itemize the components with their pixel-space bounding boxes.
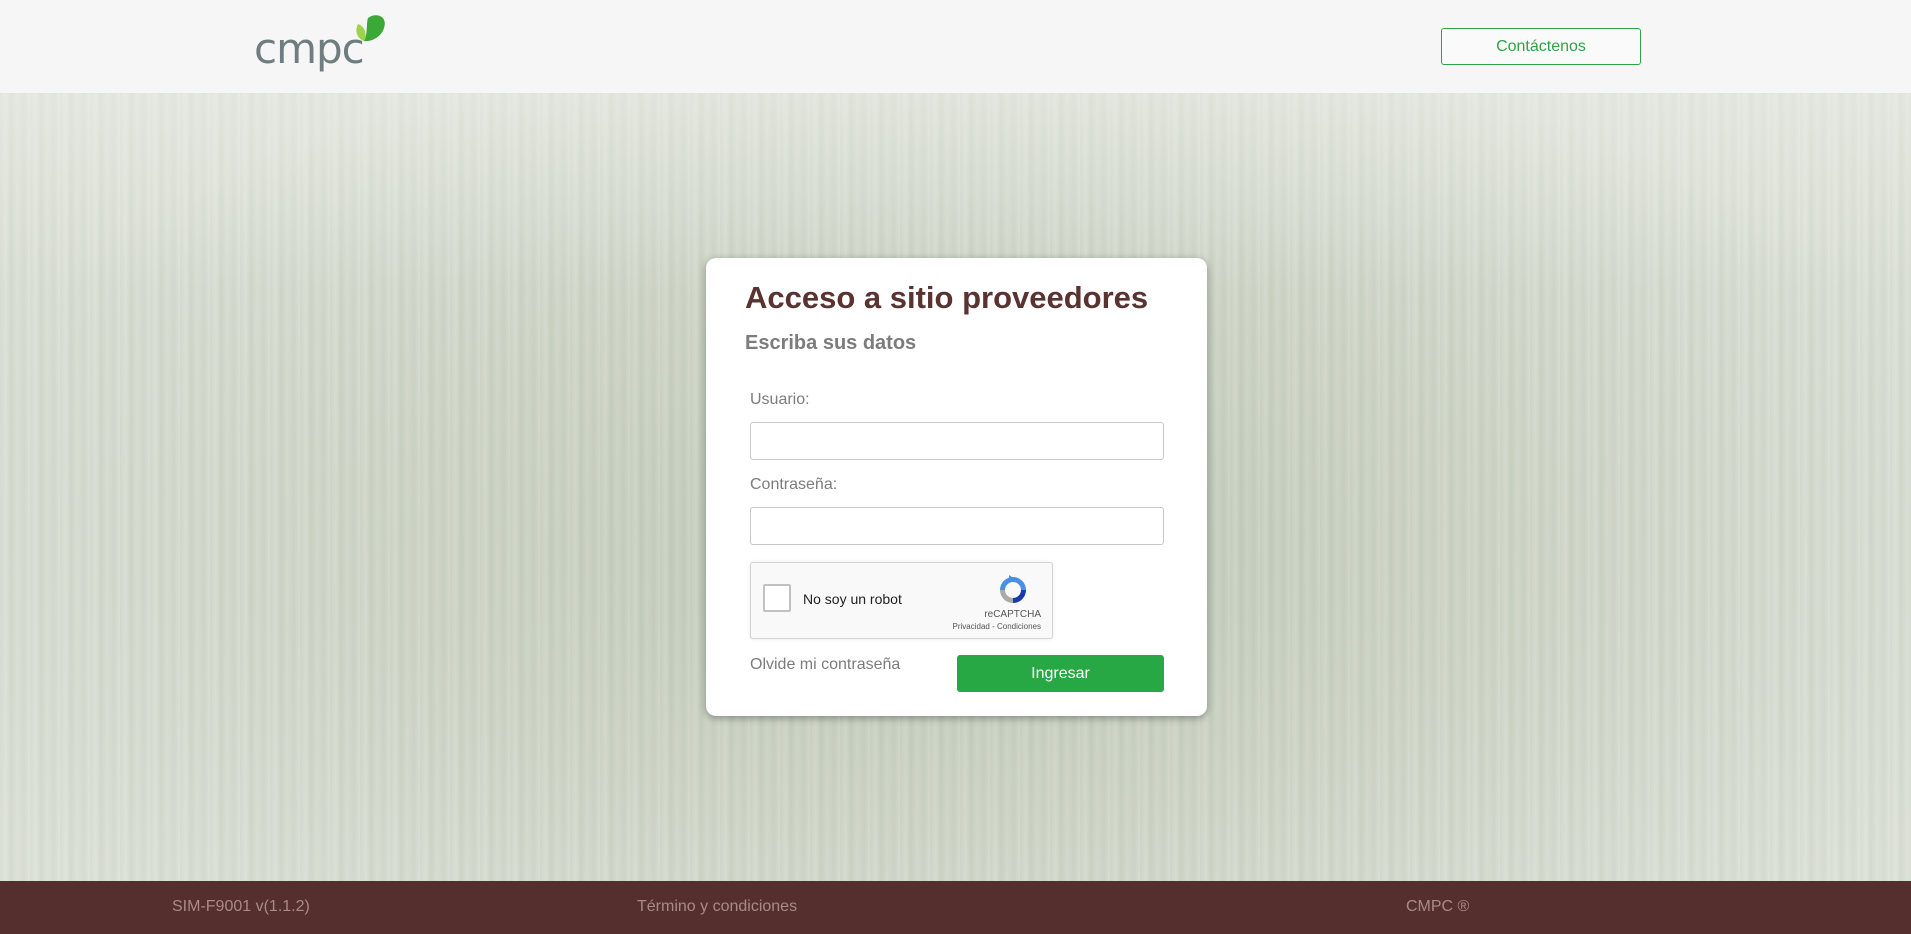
forgot-password-link[interactable]: Olvide mi contraseña (750, 656, 900, 674)
copyright-text: CMPC ® (1406, 898, 1470, 915)
site-header: cmpc Contáctenos (0, 0, 1911, 93)
recaptcha-icon (1000, 575, 1026, 603)
username-field[interactable] (750, 422, 1164, 460)
recaptcha-label: No soy un robot (803, 591, 902, 607)
page-subtitle: Escriba sus datos (745, 332, 917, 354)
login-button[interactable]: Ingresar (957, 655, 1164, 692)
recaptcha-links[interactable]: Privacidad - Condiciones (953, 622, 1042, 631)
recaptcha-widget: No soy un robot reCAPTCHA Privacidad - C… (750, 562, 1053, 639)
contact-button[interactable]: Contáctenos (1441, 28, 1641, 65)
logo-text: cmpc (254, 24, 365, 73)
recaptcha-brand: reCAPTCHA (984, 609, 1041, 620)
recaptcha-checkbox[interactable] (763, 584, 791, 612)
page-title: Acceso a sitio proveedores (745, 280, 1149, 315)
username-label: Usuario: (750, 391, 810, 408)
version-text: SIM-F9001 v(1.1.2) (172, 898, 310, 915)
terms-link[interactable]: Término y condiciones (637, 898, 797, 916)
password-field[interactable] (750, 507, 1164, 545)
cmpc-logo[interactable]: cmpc (254, 14, 394, 76)
password-label: Contraseña: (750, 476, 838, 493)
leaf-icon (356, 15, 385, 42)
site-footer: SIM-F9001 v(1.1.2) Término y condiciones… (0, 881, 1911, 934)
login-card: Acceso a sitio proveedores Escriba sus d… (706, 258, 1207, 716)
